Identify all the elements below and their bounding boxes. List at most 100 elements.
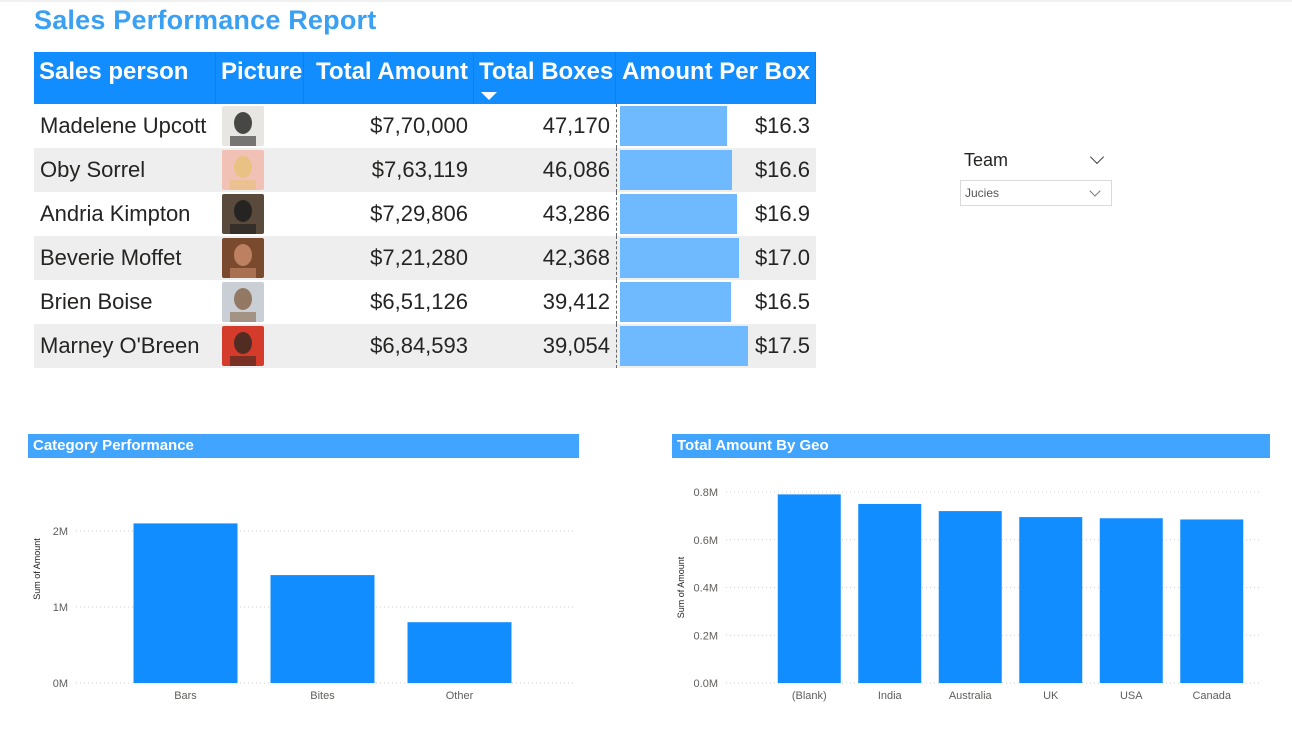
chevron-down-icon[interactable] xyxy=(1089,185,1101,197)
column-header-label: Total Boxes xyxy=(479,58,614,85)
geo-chart-plot: 0.0M 0.2M 0.4M 0.6M 0.8M (Blank) India Australi… xyxy=(676,487,1262,720)
total-amount-cell: $7,63,119 xyxy=(371,157,468,182)
avatar xyxy=(222,238,264,278)
table-row[interactable]: Brien Boise $6,51,126 39,412 $16.5 xyxy=(34,280,816,324)
table-row[interactable]: Andria Kimpton $7,29,806 43,286 $16.9 xyxy=(34,192,816,236)
amount-per-box-value: $17.0 xyxy=(754,245,810,270)
y-tick-label: 0.6M xyxy=(694,535,718,547)
bar[interactable] xyxy=(1099,518,1163,683)
picture-cell xyxy=(216,324,304,368)
bar[interactable] xyxy=(270,575,375,683)
total-boxes-cell: 47,170 xyxy=(542,113,610,138)
chart-title: Total Amount By Geo xyxy=(672,434,1270,458)
column-header-sales-person[interactable]: Sales person xyxy=(34,52,216,104)
slicer-header[interactable]: Team xyxy=(960,146,1112,174)
bar[interactable] xyxy=(1019,517,1083,683)
slicer-title: Team xyxy=(964,149,1009,170)
data-bar xyxy=(620,326,748,366)
table-row[interactable]: Beverie Moffet $7,21,280 42,368 $17.0 xyxy=(34,236,816,280)
x-tick-label: Bites xyxy=(310,690,335,702)
column-header-amount-per-box[interactable]: Amount Per Box xyxy=(616,52,816,104)
table-row[interactable]: Oby Sorrel $7,63,119 46,086 $16.6 xyxy=(34,148,816,192)
table-row[interactable]: Marney O'Breen $6,84,593 39,054 $17.5 xyxy=(34,324,816,368)
avatar xyxy=(222,326,264,366)
y-tick-label: 2M xyxy=(53,526,68,538)
data-bar xyxy=(620,150,732,190)
total-boxes-cell: 46,086 xyxy=(542,157,610,182)
total-boxes-cell: 43,286 xyxy=(542,201,610,226)
y-tick-label: 0.0M xyxy=(694,678,718,690)
column-header-total-amount[interactable]: Total Amount xyxy=(304,52,474,104)
sales-person-cell: Oby Sorrel xyxy=(40,157,146,182)
team-slicer[interactable]: Team Jucies xyxy=(960,146,1112,206)
y-tick-label: 0.4M xyxy=(694,583,718,595)
page-title: Sales Performance Report xyxy=(34,5,377,35)
data-bar xyxy=(620,282,731,322)
chevron-down-icon[interactable] xyxy=(1089,149,1105,165)
avatar xyxy=(222,150,264,190)
data-bar xyxy=(620,106,727,146)
x-tick-label: Australia xyxy=(949,690,993,702)
amount-per-box-cell: $16.9 xyxy=(616,192,816,236)
amount-per-box-value: $16.3 xyxy=(754,113,810,138)
y-axis-title: Sum of Amount xyxy=(676,556,686,618)
slicer-dropdown[interactable]: Jucies xyxy=(960,180,1112,206)
data-bar xyxy=(620,194,737,234)
y-tick-label: 1M xyxy=(53,602,68,614)
top-border xyxy=(0,0,1292,2)
sales-person-cell: Madelene Upcott xyxy=(40,113,207,138)
picture-cell xyxy=(216,280,304,324)
amount-per-box-cell: $17.5 xyxy=(616,324,816,368)
total-amount-cell: $6,84,593 xyxy=(370,333,468,358)
total-amount-cell: $7,29,806 xyxy=(370,201,468,226)
chart-title: Category Performance xyxy=(28,434,579,458)
amount-per-box-cell: $16.6 xyxy=(616,148,816,192)
total-amount-cell: $7,21,280 xyxy=(370,245,468,270)
x-tick-label: Canada xyxy=(1192,690,1231,702)
x-tick-label: Other xyxy=(446,690,474,702)
amount-per-box-cell: $17.0 xyxy=(616,236,816,280)
total-amount-by-geo-chart[interactable]: Total Amount By Geo 0.0M 0.2M 0.4M 0.6M 0.8M… xyxy=(672,434,1270,720)
column-header-total-boxes[interactable]: Total Boxes xyxy=(474,52,616,104)
amount-per-box-cell: $16.3 xyxy=(616,104,816,148)
bar[interactable] xyxy=(133,523,238,683)
total-boxes-cell: 39,412 xyxy=(542,289,610,314)
y-axis-title: Sum of Amount xyxy=(32,538,42,600)
amount-per-box-cell: $16.5 xyxy=(616,280,816,324)
table-row[interactable]: Madelene Upcott $7,70,000 47,170 $16.3 xyxy=(34,104,816,148)
total-boxes-cell: 42,368 xyxy=(542,245,610,270)
bar[interactable] xyxy=(777,494,841,683)
category-chart-plot: 0M1M2MBarsBitesOtherCategorySum of Amoun… xyxy=(32,523,576,720)
amount-per-box-value: $16.9 xyxy=(754,201,810,226)
sort-descending-icon xyxy=(481,92,497,100)
total-amount-cell: $7,70,000 xyxy=(370,113,468,138)
avatar xyxy=(222,106,264,146)
x-tick-label: UK xyxy=(1043,690,1059,702)
y-tick-label: 0.2M xyxy=(694,630,718,642)
y-tick-label: 0M xyxy=(53,678,68,690)
picture-cell xyxy=(216,192,304,236)
bar[interactable] xyxy=(938,511,1002,683)
amount-per-box-value: $16.5 xyxy=(754,289,810,314)
sales-person-cell: Brien Boise xyxy=(40,289,153,314)
table-body: Madelene Upcott $7,70,000 47,170 $16.3 Oby S… xyxy=(34,104,816,368)
bar[interactable] xyxy=(1180,519,1244,683)
x-tick-label: Bars xyxy=(174,690,197,702)
x-tick-label: USA xyxy=(1120,690,1143,702)
category-performance-chart[interactable]: Category Performance 0M 1M 2M Bars Bites Othe… xyxy=(28,434,579,720)
avatar xyxy=(222,194,264,234)
picture-cell xyxy=(216,148,304,192)
avatar xyxy=(222,282,264,322)
bar[interactable] xyxy=(858,503,922,683)
picture-cell xyxy=(216,104,304,148)
sales-person-cell: Andria Kimpton xyxy=(40,201,191,226)
x-tick-label: India xyxy=(878,690,903,702)
sales-person-cell: Marney O'Breen xyxy=(40,333,200,358)
bar[interactable] xyxy=(407,622,512,683)
total-amount-cell: $6,51,126 xyxy=(370,289,468,314)
sales-person-cell: Beverie Moffet xyxy=(40,245,182,270)
sales-table[interactable]: Sales person Picture Total Amount Total … xyxy=(34,52,816,368)
slicer-selected-value: Jucies xyxy=(965,186,1000,200)
y-tick-label: 0.8M xyxy=(694,487,718,499)
column-header-picture[interactable]: Picture xyxy=(216,52,304,104)
